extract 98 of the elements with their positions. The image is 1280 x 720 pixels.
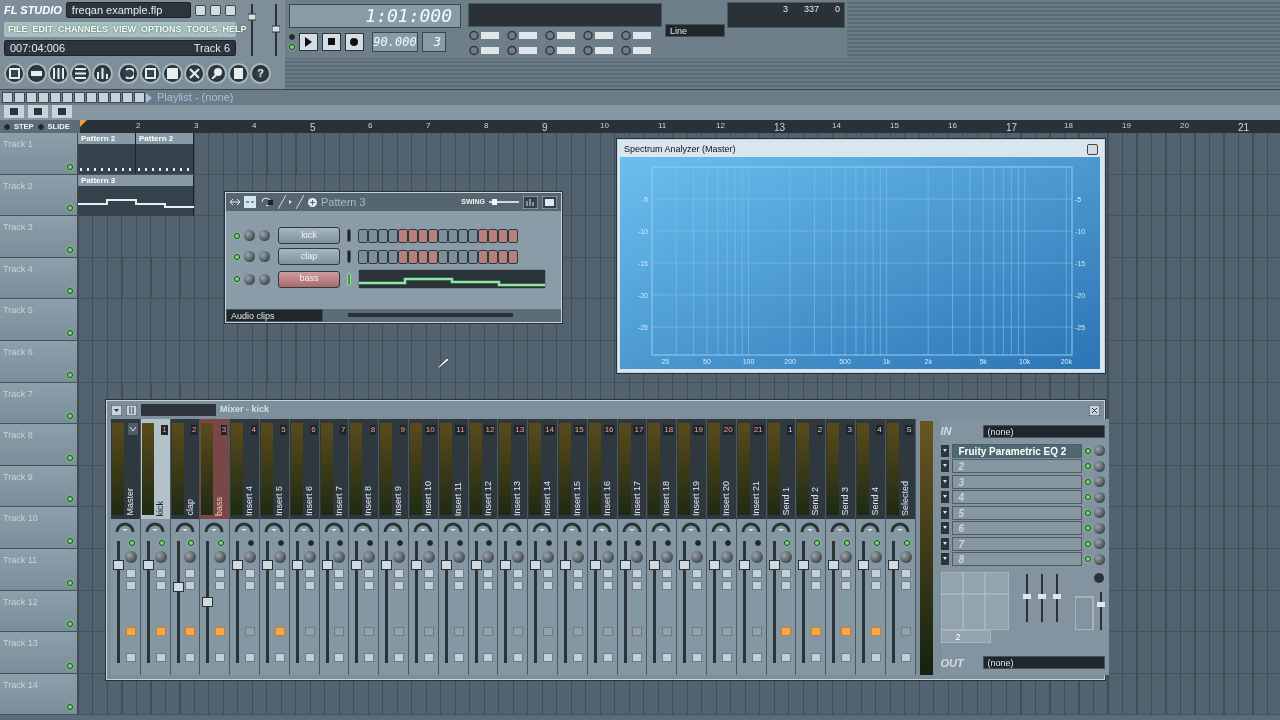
bar-number: 9	[542, 121, 548, 135]
bar-number: 15	[890, 120, 899, 132]
strip-name: Insert 18	[660, 480, 673, 516]
strip-name: Send 4	[868, 487, 881, 516]
strip-number: 6	[310, 425, 317, 435]
track-name: Track 13	[3, 637, 38, 651]
strip-name: Insert 15	[570, 480, 583, 516]
strip-name: Insert 6	[302, 486, 315, 516]
strip-name: Insert 8	[362, 486, 375, 516]
strip-name: Insert 17	[630, 480, 643, 516]
strip-name: Insert 19	[690, 480, 703, 516]
track-name: Track 1	[3, 138, 33, 151]
strip-number: 12	[484, 425, 496, 435]
strip-number: 17	[633, 425, 645, 435]
bar-number: 13	[774, 121, 786, 135]
strip-number: 10	[424, 425, 436, 435]
strip-number: 7	[339, 425, 347, 435]
monitor-reading: 0	[835, 3, 840, 16]
strip-name: Send 1	[779, 487, 792, 516]
strip-name: Insert 5	[273, 486, 285, 516]
track-name: Track 14	[3, 678, 38, 692]
bar-number: 11	[658, 120, 667, 132]
bar-number: 19	[1122, 120, 1131, 132]
bar-number: 6	[368, 120, 373, 132]
bar-number: 5	[310, 121, 316, 135]
bar-number: 12	[716, 120, 725, 132]
bar-number: 17	[1006, 121, 1018, 135]
strip-number: 18	[663, 425, 675, 435]
strip-number: 11	[455, 425, 466, 435]
app-logo: FL STUDIO	[4, 3, 62, 18]
strip-name: bass	[213, 497, 226, 516]
bar-number: 4	[252, 120, 257, 132]
window-title: Spectrum Analyzer (Master)	[624, 142, 736, 156]
strip-name: Insert 14	[541, 480, 554, 516]
strip-name: Insert 13	[511, 480, 524, 516]
track-name: Track 12	[3, 595, 38, 609]
track-name: Track 9	[3, 470, 33, 484]
strip-number: 3	[846, 425, 853, 435]
strip-number: S	[905, 425, 913, 435]
strip-name: Insert 11	[451, 481, 464, 516]
strip-name: Insert 10	[421, 480, 434, 516]
song-position: 1:01:000	[289, 4, 461, 28]
file-title: freqan example.flp	[65, 2, 191, 19]
strip-number: 2	[190, 425, 198, 435]
bar-number: 10	[600, 120, 609, 132]
strip-number: 8	[369, 425, 377, 435]
bar-number: 7	[426, 120, 431, 132]
monitor-reading: 337	[803, 3, 819, 16]
strip-number: 4	[250, 425, 257, 435]
track-name: Track 11	[3, 553, 37, 567]
strip-name: Selected	[898, 480, 911, 516]
track-name: Track 5	[3, 304, 33, 318]
output-label: OUT	[940, 655, 966, 671]
strip-number: 13	[514, 425, 526, 435]
strip-number: 4	[876, 425, 883, 435]
strip-name: Insert 4	[243, 486, 256, 516]
strip-number: 9	[399, 425, 406, 435]
track-name: Track 7	[3, 387, 33, 401]
bar-number: 8	[484, 120, 489, 132]
strip-name: Insert 7	[332, 486, 345, 516]
strip-number: 14	[544, 425, 555, 435]
bar-number: 20	[1180, 120, 1189, 132]
bar-number: 14	[832, 120, 841, 132]
strip-number: 16	[603, 425, 615, 435]
clip-label: Pattern 2	[136, 133, 193, 144]
strip-name: Insert 12	[481, 480, 494, 516]
monitor-reading: 3	[782, 3, 788, 16]
bar-number: 3	[194, 120, 199, 132]
mixer-title: Mixer - kick	[220, 403, 270, 417]
bar-number: 18	[1064, 120, 1073, 132]
strip-number: 1	[161, 425, 168, 435]
strip-number: 21	[752, 425, 764, 435]
clip-label: Pattern 3	[78, 174, 193, 186]
strip-number: 15	[573, 425, 585, 435]
strip-name: Master	[124, 488, 136, 516]
strip-name: Send 3	[839, 487, 852, 516]
strip-name: Insert 16	[600, 480, 613, 516]
bar-number: 2	[136, 120, 141, 132]
playlist-title: Playlist - (none)	[157, 90, 234, 106]
strip-number: 1	[786, 425, 794, 435]
bar-number: 16	[948, 120, 957, 132]
hint-text: 007:04:006	[10, 41, 66, 55]
strip-number: 5	[280, 425, 287, 435]
track-name: Track 10	[3, 512, 38, 526]
strip-name: clap	[183, 499, 196, 516]
strip-number: 3	[220, 425, 228, 435]
strip-name: Send 2	[809, 487, 822, 516]
strip-number: 20	[722, 425, 734, 435]
strip-number: 2	[816, 425, 824, 435]
input-label: IN	[940, 424, 953, 439]
strip-name: Insert 20	[719, 480, 732, 516]
strip-name: Insert 21	[749, 480, 762, 516]
hint-text: Track 6	[193, 41, 230, 55]
bar-number: 21	[1238, 121, 1250, 135]
clip-label: Pattern 2	[78, 133, 135, 144]
strip-name: Insert 9	[392, 486, 405, 516]
strip-number: 19	[693, 425, 704, 435]
strip-name: kick	[153, 500, 166, 516]
